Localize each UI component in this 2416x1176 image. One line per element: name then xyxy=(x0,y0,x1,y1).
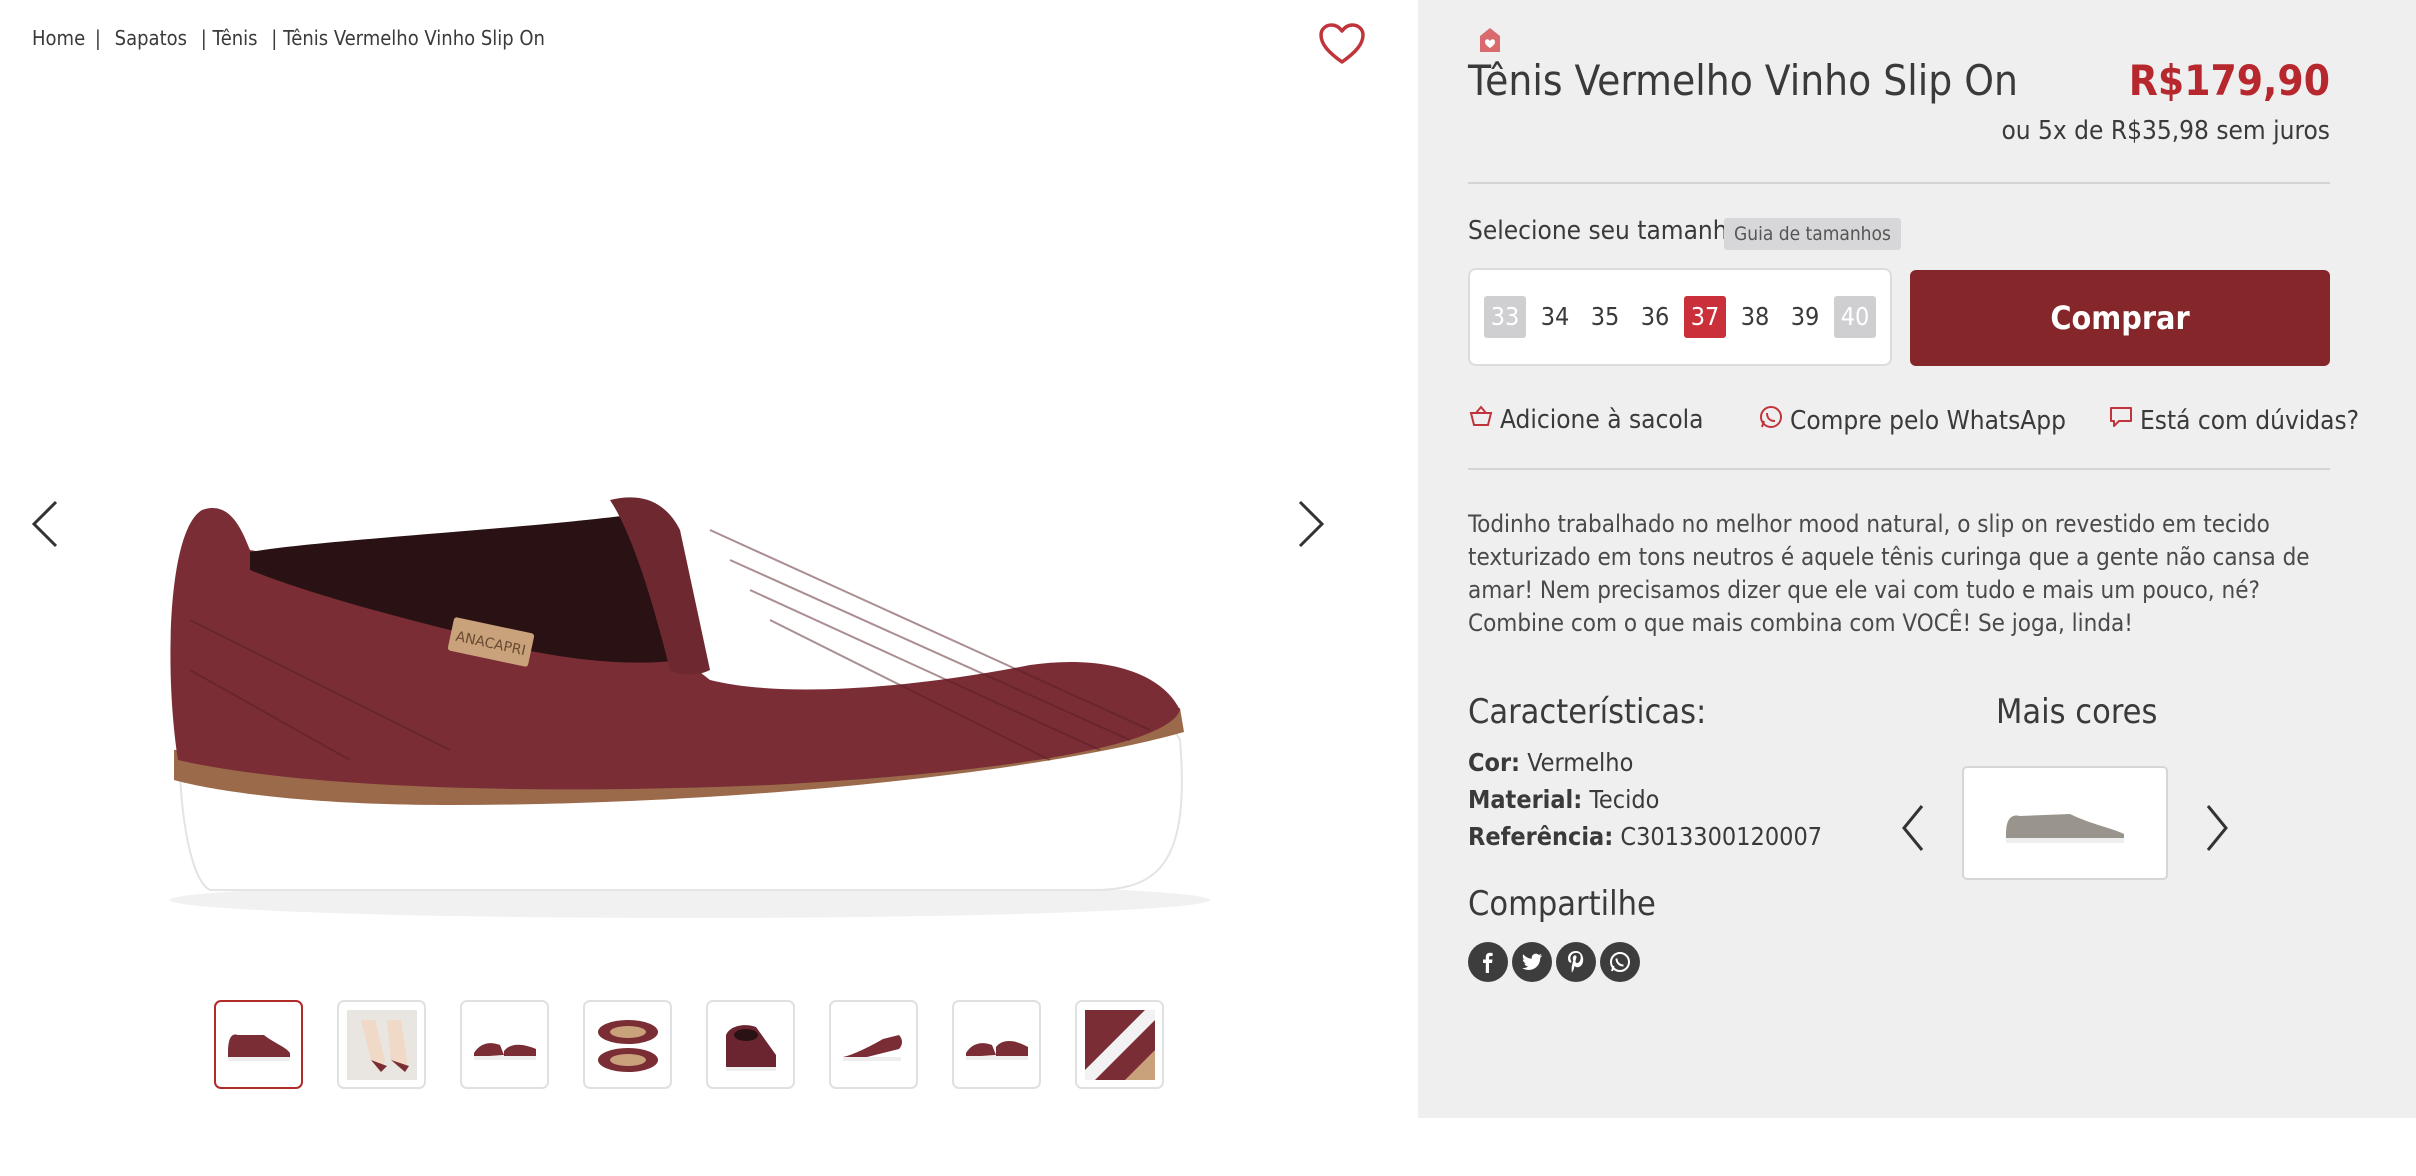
breadcrumb-current: Tênis Vermelho Vinho Slip On xyxy=(283,26,545,50)
size-guide-button[interactable]: Guia de tamanhos xyxy=(1724,218,1901,250)
size-option-36[interactable]: 36 xyxy=(1634,296,1676,338)
spec-material-value: Tecido xyxy=(1589,785,1660,814)
size-option-34[interactable]: 34 xyxy=(1534,296,1576,338)
share-buttons xyxy=(1468,942,1640,982)
spec-reference-label: Referência: xyxy=(1468,822,1614,851)
characteristics-heading: Características: xyxy=(1468,692,1707,732)
whatsapp-icon[interactable] xyxy=(1600,942,1640,982)
thumbnail-1[interactable] xyxy=(214,1000,303,1089)
pinterest-icon[interactable] xyxy=(1556,942,1596,982)
thumbnail-8[interactable] xyxy=(1075,1000,1164,1089)
add-to-bag-link[interactable]: Adicione à sacola xyxy=(1468,404,1704,435)
questions-link[interactable]: Está com dúvidas? xyxy=(2108,404,2359,437)
more-colors-heading: Mais cores xyxy=(1996,692,2158,732)
divider xyxy=(1468,468,2330,470)
whatsapp-icon xyxy=(1758,404,1784,437)
size-selector: 33 34 35 36 37 38 39 40 xyxy=(1468,268,1892,366)
twitter-icon[interactable] xyxy=(1512,942,1552,982)
chat-bubble-icon xyxy=(2108,404,2134,437)
spec-reference: Referência: C3013300120007 xyxy=(1468,822,1822,851)
share-heading: Compartilhe xyxy=(1468,884,1656,924)
spec-color-label: Cor: xyxy=(1468,748,1521,777)
size-option-33: 33 xyxy=(1484,296,1526,338)
whatsapp-buy-label: Compre pelo WhatsApp xyxy=(1790,405,2066,436)
shopping-bag-icon xyxy=(1468,404,1494,435)
color-variant-gray[interactable] xyxy=(1962,766,2168,880)
size-option-37[interactable]: 37 xyxy=(1684,296,1726,338)
spec-material: Material: Tecido xyxy=(1468,785,1659,814)
size-option-39[interactable]: 39 xyxy=(1784,296,1826,338)
product-main-image: ANACAPRI xyxy=(150,470,1210,930)
page-footer-space xyxy=(1418,1118,2416,1176)
thumbnail-strip xyxy=(214,1000,1164,1089)
thumbnail-2[interactable] xyxy=(337,1000,426,1089)
add-to-bag-label: Adicione à sacola xyxy=(1500,404,1704,435)
thumbnail-4[interactable] xyxy=(583,1000,672,1089)
breadcrumb: Home | Sapatos | Tênis | Tênis Vermelho … xyxy=(32,26,545,50)
breadcrumb-separator: | xyxy=(94,26,101,50)
thumbnail-3[interactable] xyxy=(460,1000,549,1089)
questions-label: Está com dúvidas? xyxy=(2140,405,2360,436)
thumbnail-6[interactable] xyxy=(829,1000,918,1089)
breadcrumb-separator: | xyxy=(200,26,207,50)
installments-text: ou 5x de R$35,98 sem juros xyxy=(2001,116,2330,146)
breadcrumb-sapatos[interactable]: Sapatos xyxy=(115,26,187,50)
favorite-heart-icon[interactable] xyxy=(1318,22,1366,66)
spec-color: Cor: Vermelho xyxy=(1468,748,1633,777)
breadcrumb-separator: | xyxy=(271,26,278,50)
colors-prev-arrow-icon[interactable] xyxy=(1898,800,1930,856)
whatsapp-buy-link[interactable]: Compre pelo WhatsApp xyxy=(1758,404,2066,437)
spec-material-label: Material: xyxy=(1468,785,1583,814)
buy-button[interactable]: Comprar xyxy=(1910,270,2330,366)
gallery-prev-arrow-icon[interactable] xyxy=(26,494,66,554)
gallery-next-arrow-icon[interactable] xyxy=(1290,494,1330,554)
breadcrumb-home[interactable]: Home xyxy=(32,26,85,50)
spec-reference-value: C3013300120007 xyxy=(1620,822,1823,851)
size-option-38[interactable]: 38 xyxy=(1734,296,1776,338)
spec-color-value: Vermelho xyxy=(1527,748,1634,777)
size-option-40: 40 xyxy=(1834,296,1876,338)
colors-next-arrow-icon[interactable] xyxy=(2200,800,2232,856)
store-logo-icon xyxy=(1476,24,1504,56)
size-label: Selecione seu tamanho xyxy=(1468,216,1742,246)
breadcrumb-tenis[interactable]: Tênis xyxy=(213,26,258,50)
thumbnail-7[interactable] xyxy=(952,1000,1041,1089)
facebook-icon[interactable] xyxy=(1468,942,1508,982)
thumbnail-5[interactable] xyxy=(706,1000,795,1089)
size-option-35[interactable]: 35 xyxy=(1584,296,1626,338)
divider xyxy=(1468,182,2330,184)
product-description: Todinho trabalhado no melhor mood natura… xyxy=(1468,510,2310,637)
product-price: R$179,90 xyxy=(2128,56,2330,105)
product-title: Tênis Vermelho Vinho Slip On xyxy=(1468,56,2018,105)
